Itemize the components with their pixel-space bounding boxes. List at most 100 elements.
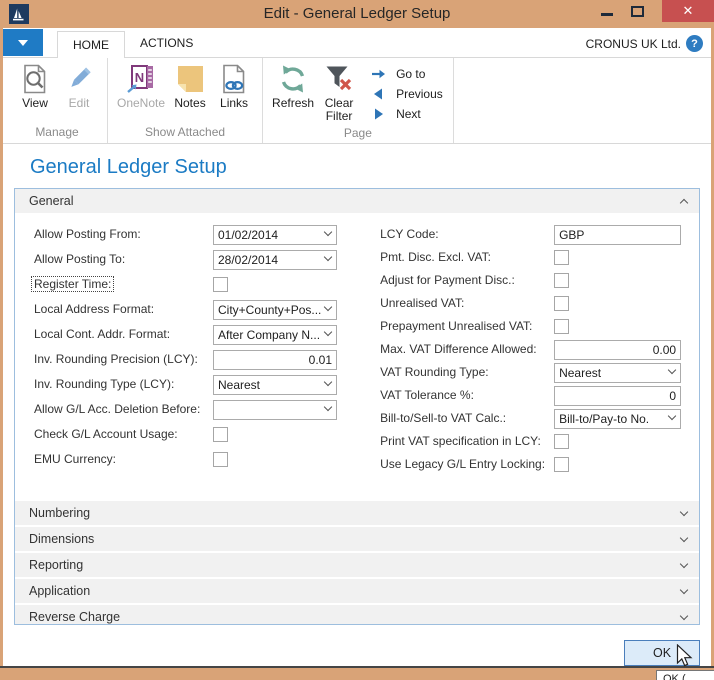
- tab-home[interactable]: HOME: [57, 31, 125, 58]
- checkbox-print-vat-specification-in-lcy[interactable]: [554, 434, 570, 449]
- close-button[interactable]: ✕: [662, 0, 714, 22]
- refresh-button[interactable]: Refresh: [269, 60, 317, 111]
- dropdown-inv-rounding-type-lcy[interactable]: Nearest: [213, 375, 337, 395]
- input-max-vat-difference-allowed[interactable]: [554, 340, 682, 360]
- section-label: Numbering: [29, 506, 91, 520]
- sticky-note-icon: [174, 63, 206, 95]
- view-button[interactable]: View: [13, 60, 57, 111]
- button-label: OneNote: [117, 96, 166, 110]
- checkbox-use-legacy-g-l-entry-locking[interactable]: [554, 457, 570, 472]
- section-label: Reverse Charge: [29, 610, 121, 624]
- dropdown-local-address-format[interactable]: City+County+Pos...: [213, 300, 337, 320]
- checkbox-pmt-disc-excl-vat[interactable]: [554, 250, 570, 265]
- button-label: Links: [220, 96, 249, 110]
- previous-button[interactable]: Previous: [371, 84, 443, 104]
- chevron-down-icon: [323, 302, 333, 312]
- input-vat-tolerance[interactable]: [554, 386, 682, 406]
- onenote-icon: N: [125, 63, 157, 95]
- button-label: Next: [396, 107, 421, 121]
- expand-chevron-icon: [679, 507, 689, 516]
- tab-actions[interactable]: ACTIONS: [125, 30, 208, 57]
- dropdown-local-cont-addr-format[interactable]: After Company N...: [213, 325, 337, 345]
- section-label: Reporting: [29, 558, 84, 572]
- maximize-button[interactable]: [622, 0, 652, 22]
- ribbon-tab-row: HOME ACTIONS CRONUS UK Ltd. ?: [3, 28, 711, 58]
- svg-text:N: N: [135, 70, 144, 85]
- input-lcy-code[interactable]: [554, 225, 682, 245]
- dropdown-bill-to-sell-to-vat-calc[interactable]: Bill-to/Pay-to No.: [554, 409, 682, 429]
- section-header-reporting[interactable]: Reporting: [15, 553, 699, 577]
- section-header-reverse-charge[interactable]: Reverse Charge: [15, 605, 699, 624]
- section-header-dimensions[interactable]: Dimensions: [15, 527, 699, 551]
- section-header-general[interactable]: General: [15, 189, 699, 213]
- field-label: Allow Posting From:: [34, 227, 141, 241]
- window: Edit - General Ledger Setup ✕ HOME ACTION…: [0, 0, 714, 680]
- help-button[interactable]: ?: [686, 35, 703, 52]
- field-label: Pmt. Disc. Excl. VAT:: [380, 250, 491, 264]
- checkbox-emu-currency[interactable]: [213, 452, 228, 467]
- ok-tooltip: OK (: [656, 670, 714, 680]
- section-header-numbering[interactable]: Numbering: [15, 501, 699, 525]
- expand-chevron-icon: [679, 585, 689, 594]
- input-inv-rounding-precision-lcy[interactable]: [213, 350, 337, 370]
- checkbox-register-time[interactable]: [213, 277, 228, 292]
- page-title: General Ledger Setup: [30, 156, 227, 178]
- field-label: EMU Currency:: [34, 452, 117, 466]
- clear-filter-icon: [323, 63, 355, 95]
- refresh-icon: [277, 63, 309, 95]
- checkbox-unrealised-vat[interactable]: [554, 296, 570, 311]
- field-row-inv-rounding-precision-lcy: Inv. Rounding Precision (LCY):: [31, 350, 345, 370]
- field-row-allow-posting-to: Allow Posting To: 28/02/2014: [31, 250, 345, 270]
- dropdown-allow-posting-to[interactable]: 28/02/2014: [213, 250, 337, 270]
- field-label: Adjust for Payment Disc.:: [380, 273, 515, 287]
- field-row-prepayment-unrealised-vat: Prepayment Unrealised VAT:: [377, 317, 699, 337]
- field-label: Print VAT specification in LCY:: [380, 434, 541, 448]
- expand-chevron-icon: [679, 611, 689, 620]
- application-menu-button[interactable]: [3, 29, 43, 56]
- checkbox-prepayment-unrealised-vat[interactable]: [554, 319, 570, 334]
- chevron-down-icon: [323, 227, 333, 237]
- field-label: Inv. Rounding Precision (LCY):: [34, 352, 198, 366]
- links-button[interactable]: Links: [212, 60, 256, 111]
- field-row-bill-to-sell-to-vat-calc: Bill-to/Sell-to VAT Calc.: Bill-to/Pay-to…: [377, 409, 699, 429]
- checkbox-adjust-for-payment-disc[interactable]: [554, 273, 570, 288]
- dropdown-vat-rounding-type[interactable]: Nearest: [554, 363, 682, 383]
- window-client-area: HOME ACTIONS CRONUS UK Ltd. ? View Edit Man…: [3, 28, 711, 666]
- field-row-use-legacy-g-l-entry-locking: Use Legacy G/L Entry Locking:: [377, 455, 699, 475]
- field-row-allow-posting-from: Allow Posting From: 01/02/2014: [31, 225, 345, 245]
- ok-button[interactable]: OK: [624, 640, 700, 666]
- ribbon-group-label: Manage: [35, 125, 79, 139]
- button-label: Refresh: [272, 96, 315, 110]
- ribbon-group-show-attached: N OneNote Notes Links Show Attached: [108, 58, 264, 143]
- field-label: Local Cont. Addr. Format:: [34, 327, 171, 341]
- go-to-icon: [371, 67, 391, 81]
- go-to-button[interactable]: Go to: [371, 64, 443, 84]
- checkbox-check-g-l-account-usage[interactable]: [213, 427, 228, 442]
- dropdown-allow-g-l-acc-deletion-before[interactable]: [213, 400, 337, 420]
- button-label: Go to: [396, 67, 426, 81]
- field-row-register-time: Register Time:: [31, 275, 345, 295]
- section-label: Dimensions: [29, 532, 95, 546]
- general-fields: Allow Posting From: 01/02/2014 Allow Posti…: [15, 215, 699, 501]
- clear-filter-button[interactable]: Clear Filter: [317, 60, 361, 124]
- minimize-button[interactable]: [592, 0, 622, 22]
- view-document-icon: [19, 63, 51, 95]
- ribbon-group-label: Page: [343, 126, 372, 140]
- button-label: Previous: [396, 87, 443, 101]
- expand-chevron-icon: [679, 559, 689, 568]
- section-header-application[interactable]: Application: [15, 579, 699, 603]
- button-label: View: [22, 96, 48, 110]
- ribbon-small-buttons: Go to Previous Next: [371, 64, 443, 124]
- onenote-button: N OneNote: [114, 60, 168, 111]
- previous-icon: [371, 87, 391, 101]
- edit-button: Edit: [57, 60, 101, 111]
- ribbon-tabs: HOME ACTIONS: [57, 30, 208, 58]
- field-label: Allow G/L Acc. Deletion Before:: [34, 402, 201, 416]
- field-row-allow-g-l-acc-deletion-before: Allow G/L Acc. Deletion Before:: [31, 400, 345, 420]
- next-button[interactable]: Next: [371, 104, 443, 124]
- chevron-down-icon: [667, 365, 677, 375]
- notes-button[interactable]: Notes: [168, 60, 212, 111]
- dropdown-allow-posting-from[interactable]: 01/02/2014: [213, 225, 337, 245]
- ribbon-group-label: Show Attached: [144, 125, 226, 139]
- chevron-down-icon: [667, 411, 677, 421]
